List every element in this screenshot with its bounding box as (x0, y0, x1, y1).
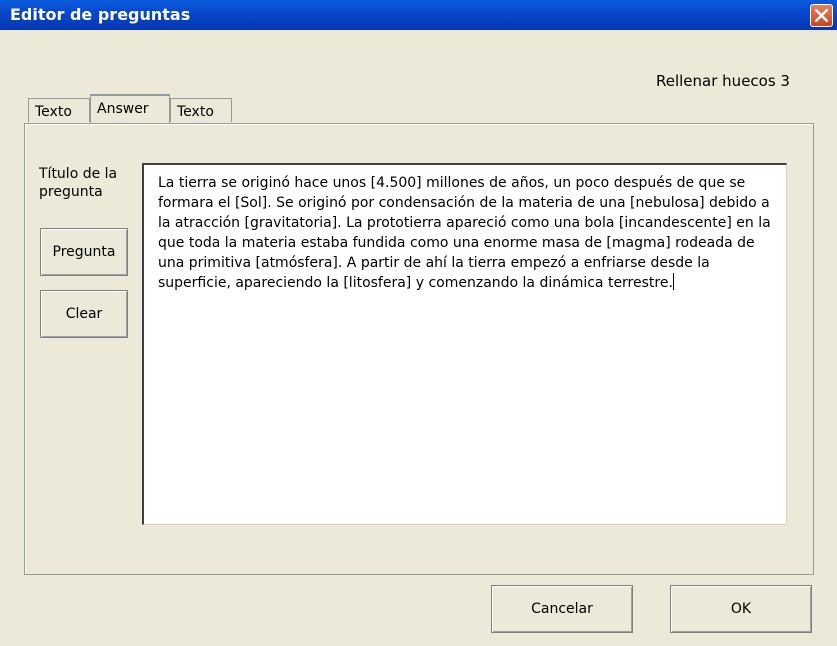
window-title: Editor de preguntas (10, 5, 191, 24)
question-title-label: Título de la pregunta (39, 166, 118, 200)
tab-answer[interactable]: Answer (90, 94, 170, 123)
question-type-label: Rellenar huecos 3 (656, 72, 790, 90)
tab-texto-2[interactable]: Texto (170, 98, 232, 122)
question-text: La tierra se originó hace unos [4.500] m… (158, 175, 776, 291)
clear-button[interactable]: Clear (40, 290, 128, 338)
question-text-area[interactable]: La tierra se originó hace unos [4.500] m… (142, 163, 787, 525)
title-bar: Editor de preguntas (0, 0, 837, 30)
close-button[interactable] (810, 4, 833, 27)
pregunta-button[interactable]: Pregunta (40, 228, 128, 276)
cancel-button[interactable]: Cancelar (491, 585, 633, 633)
ok-button[interactable]: OK (670, 585, 812, 633)
close-icon (815, 9, 828, 22)
tab-texto-1[interactable]: Texto (28, 98, 90, 122)
text-cursor (672, 273, 674, 290)
